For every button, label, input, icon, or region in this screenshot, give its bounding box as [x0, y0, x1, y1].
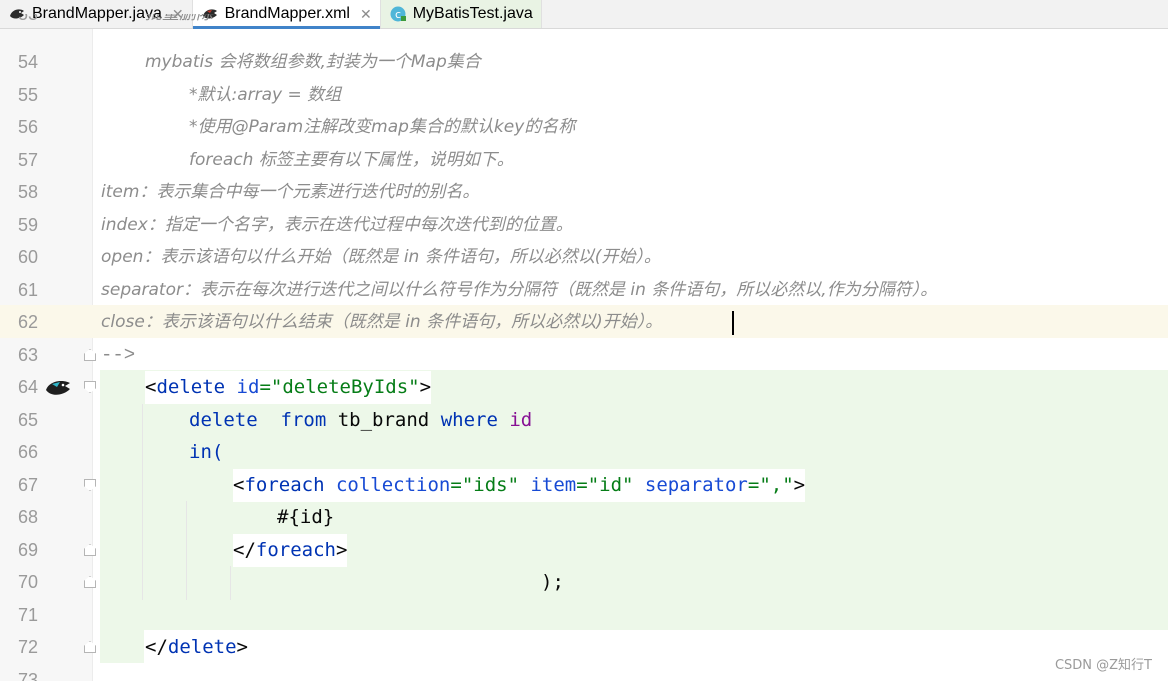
- code-line: 55 *默认:array = 数组: [0, 79, 1168, 112]
- comment-text: separator：表示在每次进行迭代之间以什么符号作为分隔符（既然是 in 条…: [101, 280, 938, 300]
- comment-text: *默认:array = 数组: [189, 85, 342, 105]
- code-line: 61 separator：表示在每次进行迭代之间以什么符号作为分隔符（既然是 i…: [0, 274, 1168, 307]
- sql-in: in(: [189, 441, 224, 463]
- line-number: 54: [17, 52, 38, 72]
- line-number: 67: [17, 475, 38, 495]
- line-number: 61: [17, 280, 38, 300]
- xml-tag-delete-close: </delete>: [145, 636, 248, 658]
- comment-text: item：表示集合中每一个元素进行迭代时的别名。: [101, 182, 480, 202]
- line-number: 55: [17, 85, 38, 105]
- xml-tag-foreach-open: <foreach collection="ids" item="id" sepa…: [233, 469, 806, 502]
- line-number: 56: [17, 117, 38, 137]
- code-line: 67 <foreach collection="ids" item="id" s…: [0, 469, 1168, 502]
- line-number: 73: [17, 670, 38, 681]
- code-line: 64 <delete id="deleteByIds">: [0, 371, 1168, 404]
- sql-statement: delete from tb_brand where id: [189, 409, 533, 431]
- xml-tag-delete-open: <delete id="deleteByIds">: [145, 371, 432, 404]
- comment-text: foreach 标签主要有以下属性，说明如下。: [189, 150, 514, 170]
- comment-text: mybatis 会将数组参数,封装为一个Map集合: [145, 52, 481, 72]
- line-number: 71: [17, 605, 38, 625]
- code-line: 66 in(: [0, 436, 1168, 469]
- line-number: 66: [17, 442, 38, 462]
- mybatis-placeholder: #{id}: [277, 506, 335, 528]
- code-line: 53 批量删除: [0, 14, 1168, 34]
- code-line: 73: [0, 664, 1168, 681]
- code-line: 71: [0, 599, 1168, 632]
- fold-guide: [84, 414, 96, 426]
- comment-text: open：表示该语句以什么开始（既然是 in 条件语句，所以必然以(开始）。: [101, 247, 661, 267]
- comment-text: close：表示该语句以什么结束（既然是 in 条件语句，所以必然以)开始）。: [101, 312, 663, 332]
- line-number: 70: [17, 572, 38, 592]
- watermark: CSDN @Z知行T: [1054, 658, 1152, 673]
- line-number: 59: [17, 215, 38, 235]
- code-line: 65 delete from tb_brand where id: [0, 404, 1168, 437]
- code-line: 72 </delete>: [0, 631, 1168, 664]
- code-line: 70 );: [0, 566, 1168, 599]
- comment-text: *使用@Param注解改变map集合的默认key的名称: [189, 117, 576, 137]
- comment-text: index：指定一个名字，表示在迭代过程中每次迭代到的位置。: [101, 215, 573, 235]
- xml-tag-foreach-close: </foreach>: [233, 534, 348, 567]
- mybatis-navigation-icon[interactable]: [44, 376, 72, 400]
- indent-guide: [186, 501, 187, 600]
- line-number: 60: [17, 247, 38, 267]
- code-line: 69 </foreach>: [0, 534, 1168, 567]
- line-number: 69: [17, 540, 38, 560]
- line-number: 65: [17, 410, 38, 430]
- comment-close: -->: [101, 344, 136, 366]
- text-caret: [732, 311, 734, 335]
- line-number: 68: [17, 507, 38, 527]
- code-line: 60 open：表示该语句以什么开始（既然是 in 条件语句，所以必然以(开始）…: [0, 241, 1168, 274]
- code-line-current[interactable]: 62 close：表示该语句以什么结束（既然是 in 条件语句，所以必然以)开始…: [0, 306, 1168, 339]
- code-line: 56 *使用@Param注解改变map集合的默认key的名称: [0, 111, 1168, 144]
- comment-text: 批量删除: [145, 14, 213, 24]
- indent-guide: [142, 404, 143, 600]
- code-line: 63 -->: [0, 339, 1168, 372]
- sql-close-paren: );: [541, 571, 564, 593]
- code-line: 54 mybatis 会将数组参数,封装为一个Map集合: [0, 46, 1168, 79]
- code-line: 68 #{id}: [0, 501, 1168, 534]
- line-number: 72: [17, 637, 38, 657]
- code-line: 57 foreach 标签主要有以下属性，说明如下。: [0, 144, 1168, 177]
- line-number: 63: [17, 345, 38, 365]
- line-number: 57: [17, 150, 38, 170]
- code-line: 58 item：表示集合中每一个元素进行迭代时的别名。: [0, 176, 1168, 209]
- line-number: 53: [17, 14, 38, 24]
- line-number: 64: [17, 377, 38, 397]
- line-number: 58: [17, 182, 38, 202]
- indent-guide: [230, 566, 231, 600]
- line-number: 62: [17, 312, 38, 332]
- code-line: 59 index：指定一个名字，表示在迭代过程中每次迭代到的位置。: [0, 209, 1168, 242]
